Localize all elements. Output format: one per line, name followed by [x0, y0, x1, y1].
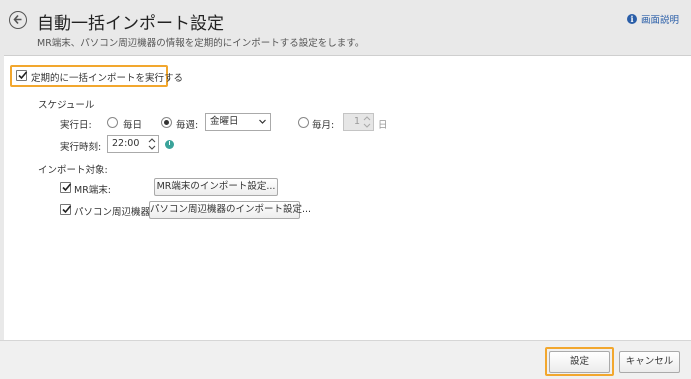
help-link[interactable]: i 画面説明: [626, 12, 679, 26]
cancel-button[interactable]: キャンセル: [619, 351, 680, 373]
clock-icon[interactable]: [165, 140, 174, 149]
run-time-label: 実行時刻:: [60, 142, 102, 153]
help-link-label: 画面説明: [640, 15, 679, 26]
page-subtitle: MR端末、パソコン周辺機器の情報を定期的にインポートする設定をします。: [37, 38, 365, 49]
run-time-value: 22:00: [112, 138, 140, 149]
header: 自動一括インポート設定 MR端末、パソコン周辺機器の情報を定期的にインポートする…: [0, 0, 691, 54]
enable-checkbox[interactable]: [16, 70, 28, 81]
monthly-day-unit: 日: [378, 120, 388, 131]
mr-label: MR端末:: [74, 185, 111, 196]
footer: 設定 キャンセル: [0, 340, 691, 379]
monthly-day-value: 1: [353, 116, 360, 127]
weekday-select-value: 金曜日: [210, 116, 239, 127]
schedule-section-label: スケジュール: [38, 100, 95, 111]
mr-checkbox[interactable]: [60, 182, 72, 193]
radio-weekly-label: 毎週:: [176, 120, 199, 131]
info-icon: i: [626, 14, 637, 24]
run-time-spinner[interactable]: 22:00: [107, 135, 159, 153]
weekday-select[interactable]: 金曜日: [205, 113, 271, 131]
pc-import-settings-button[interactable]: パソコン周辺機器のインポート設定...: [149, 201, 311, 219]
radio-monthly[interactable]: [298, 117, 309, 128]
pc-label: パソコン周辺機器:: [74, 207, 154, 218]
back-arrow-icon[interactable]: [9, 11, 27, 29]
monthly-day-spinner[interactable]: 1: [343, 113, 374, 131]
spinner-arrows-icon[interactable]: [362, 114, 372, 130]
radio-weekly[interactable]: [161, 117, 172, 128]
settings-panel: 定期的に一括インポートを実行する スケジュール 実行日: 毎日 毎週: 金曜日 …: [4, 55, 691, 340]
page-title: 自動一括インポート設定: [37, 14, 224, 34]
radio-daily[interactable]: [107, 117, 118, 128]
pc-checkbox[interactable]: [60, 204, 72, 215]
radio-daily-label: 毎日: [123, 120, 143, 131]
radio-monthly-label: 毎月:: [312, 120, 335, 131]
mr-import-settings-button[interactable]: MR端末のインポート設定...: [154, 178, 278, 196]
enable-label: 定期的に一括インポートを実行する: [31, 73, 184, 84]
spinner-arrows-icon[interactable]: [147, 136, 157, 152]
ok-button[interactable]: 設定: [549, 351, 610, 373]
chevron-down-icon: [259, 119, 266, 124]
targets-section-label: インポート対象:: [38, 165, 108, 176]
run-day-label: 実行日:: [60, 120, 92, 131]
